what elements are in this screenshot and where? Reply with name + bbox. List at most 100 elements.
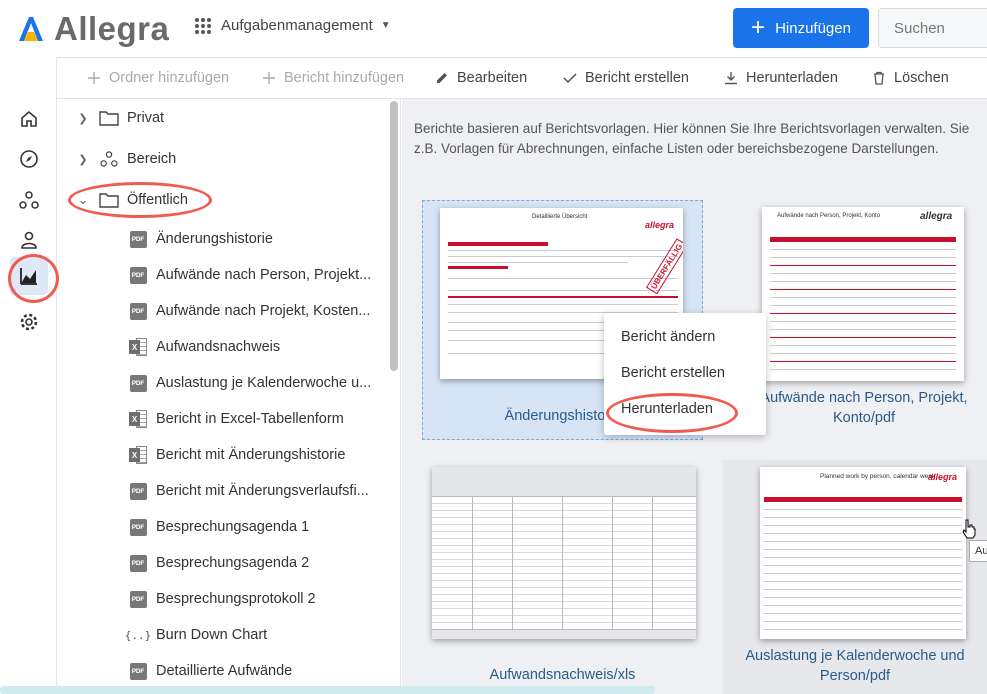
nodes-icon bbox=[19, 191, 39, 209]
chart-icon bbox=[20, 268, 37, 285]
report-thumbnail: Planned work by person, calendar week al… bbox=[760, 467, 966, 639]
thumb-logo: allegra bbox=[645, 220, 675, 230]
tree-node-label: Bereich bbox=[127, 151, 177, 167]
rail-users[interactable] bbox=[17, 228, 41, 252]
add-button-label: Hinzufügen bbox=[775, 19, 851, 37]
tree-item-label: Aufwände nach Person, Projekt... bbox=[156, 267, 372, 283]
apps-grid-icon bbox=[195, 17, 211, 34]
tree-item-report[interactable]: X Aufwandsnachweis bbox=[57, 329, 387, 365]
allegra-logo-icon bbox=[19, 17, 43, 41]
tree-item-report[interactable]: PDF Detaillierte Aufwände bbox=[57, 653, 387, 689]
tree-item-report[interactable]: PDF Besprechungsagenda 1 bbox=[57, 509, 387, 545]
menu-item-download[interactable]: Herunterladen bbox=[621, 401, 713, 417]
tree-item-report[interactable]: PDF Besprechungsprotokoll 2 bbox=[57, 581, 387, 617]
thumb-logo: allegra bbox=[928, 472, 958, 482]
tree-item-label: Änderungshistorie bbox=[156, 231, 273, 247]
chevron-right-icon[interactable]: ❯ bbox=[77, 112, 89, 125]
download-button[interactable]: Herunterladen bbox=[724, 70, 838, 86]
rail-workspaces[interactable] bbox=[17, 188, 41, 212]
chevron-right-icon[interactable]: ❯ bbox=[77, 153, 89, 166]
pdf-icon: PDF bbox=[129, 590, 147, 608]
tree-item-label: Aufwände nach Projekt, Kosten... bbox=[156, 303, 371, 319]
folder-icon bbox=[99, 111, 119, 126]
tree-item-label: Besprechungsagenda 1 bbox=[156, 519, 310, 535]
pdf-icon: PDF bbox=[129, 662, 147, 680]
rail-explore[interactable] bbox=[17, 147, 41, 171]
report-card-label: Aufwände nach Person, Projekt, Konto/pdf bbox=[760, 390, 968, 426]
tree-item-report[interactable]: PDF Bericht mit Änderungsverlaufsfi... bbox=[57, 473, 387, 509]
context-menu: Bericht ändern Bericht erstellen Herunte… bbox=[604, 313, 766, 435]
report-card-label: Aufwandsnachweis/xls bbox=[489, 667, 636, 683]
add-folder-button[interactable]: Ordner hinzufügen bbox=[87, 70, 229, 86]
tree-item-label: Bericht in Excel-Tabellenform bbox=[156, 411, 344, 427]
tree-item-label: Auslastung je Kalenderwoche u... bbox=[156, 375, 372, 391]
report-card-label: Auslastung je Kalenderwoche und Person/p… bbox=[745, 648, 965, 684]
report-card[interactable]: Aufwände nach Person, Projekt, Konto all… bbox=[744, 200, 984, 440]
search-input[interactable] bbox=[878, 8, 987, 48]
chevron-down-icon[interactable]: ⌄ bbox=[77, 192, 89, 208]
add-report-button[interactable]: Bericht hinzufügen bbox=[262, 70, 404, 86]
toolbar: Ordner hinzufügen Bericht hinzufügen Bea… bbox=[57, 57, 987, 99]
top-bar: Allegra Aufgabenmanagement ▼ + Hinzufüge… bbox=[0, 0, 987, 57]
download-label: Herunterladen bbox=[746, 70, 838, 86]
pdf-icon: PDF bbox=[129, 518, 147, 536]
tree-item-report[interactable]: X Bericht mit Änderungshistorie bbox=[57, 437, 387, 473]
delete-label: Löschen bbox=[894, 70, 949, 86]
report-thumbnail bbox=[432, 467, 696, 639]
report-card-hovered[interactable]: Planned work by person, calendar week al… bbox=[723, 460, 987, 694]
pdf-icon: PDF bbox=[129, 482, 147, 500]
tree-item-report[interactable]: {..} Burn Down Chart bbox=[57, 617, 387, 653]
add-button[interactable]: + Hinzufügen bbox=[733, 8, 869, 48]
gear-icon bbox=[20, 313, 38, 331]
report-thumbnail: Aufwände nach Person, Projekt, Konto all… bbox=[762, 207, 964, 381]
tree-item-report[interactable]: PDF Besprechungsagenda 2 bbox=[57, 545, 387, 581]
tooltip: Au bbox=[969, 540, 987, 562]
plus-icon: + bbox=[751, 14, 766, 41]
folder-icon bbox=[99, 193, 119, 208]
module-switcher[interactable]: Aufgabenmanagement ▼ bbox=[195, 17, 391, 34]
delete-button[interactable]: Löschen bbox=[872, 70, 949, 86]
overdue-stamp: ÜBERFÄLLIG bbox=[646, 238, 683, 295]
bottom-scrollbar[interactable] bbox=[0, 686, 655, 694]
thumb-logo: allegra bbox=[920, 211, 953, 222]
pdf-icon: PDF bbox=[129, 230, 147, 248]
report-card[interactable]: Aufwandsnachweis/xls bbox=[422, 460, 703, 694]
rail-reports[interactable] bbox=[17, 264, 41, 288]
tree-item-label: Besprechungsprotokoll 2 bbox=[156, 591, 316, 607]
rail-settings[interactable] bbox=[17, 310, 41, 334]
rail-home[interactable] bbox=[17, 107, 41, 131]
nodes-icon bbox=[100, 151, 118, 167]
menu-item-create-report[interactable]: Bericht erstellen bbox=[621, 365, 725, 381]
menu-item-edit-report[interactable]: Bericht ändern bbox=[621, 329, 715, 345]
person-icon bbox=[21, 231, 37, 249]
tree-node-privat[interactable]: ❯ Privat bbox=[57, 100, 387, 136]
tree-item-report[interactable]: PDF Auslastung je Kalenderwoche u... bbox=[57, 365, 387, 401]
tree-node-label: Öffentlich bbox=[127, 192, 188, 208]
pdf-icon: PDF bbox=[129, 374, 147, 392]
tree-item-report[interactable]: X Bericht in Excel-Tabellenform bbox=[57, 401, 387, 437]
json-icon: {..} bbox=[124, 628, 152, 642]
tree-item-report[interactable]: PDF Aufwände nach Projekt, Kosten... bbox=[57, 293, 387, 329]
brand-logo[interactable]: Allegra bbox=[16, 10, 169, 48]
tree-scrollbar[interactable] bbox=[390, 101, 398, 371]
report-tree: ❯ Privat ❯ Bereich ⌄ Öffentlich PDF Ände… bbox=[57, 99, 401, 694]
tree-item-report[interactable]: PDF Änderungshistorie bbox=[57, 221, 387, 257]
edit-button[interactable]: Bearbeiten bbox=[435, 70, 527, 86]
thumb-title: Detaillierte Übersicht bbox=[532, 214, 588, 220]
tree-item-label: Detaillierte Aufwände bbox=[156, 663, 293, 679]
tree-item-label: Aufwandsnachweis bbox=[156, 339, 281, 355]
tree-node-oeffentlich[interactable]: ⌄ Öffentlich bbox=[57, 182, 387, 218]
plus-icon bbox=[88, 72, 100, 84]
thumb-title: Planned work by person, calendar week bbox=[820, 473, 936, 480]
tree-item-label: Burn Down Chart bbox=[156, 627, 268, 643]
pdf-icon: PDF bbox=[129, 302, 147, 320]
nav-rail bbox=[0, 57, 57, 694]
create-report-button[interactable]: Bericht erstellen bbox=[563, 70, 689, 86]
thumb-title: Aufwände nach Person, Projekt, Konto bbox=[777, 213, 881, 219]
pdf-icon: PDF bbox=[129, 554, 147, 572]
excel-icon: X bbox=[129, 446, 147, 464]
tree-item-report[interactable]: PDF Aufwände nach Person, Projekt... bbox=[57, 257, 387, 293]
excel-icon: X bbox=[129, 338, 147, 356]
info-text: Berichte basieren auf Berichtsvorlagen. … bbox=[402, 99, 987, 161]
tree-node-bereich[interactable]: ❯ Bereich bbox=[57, 141, 387, 177]
